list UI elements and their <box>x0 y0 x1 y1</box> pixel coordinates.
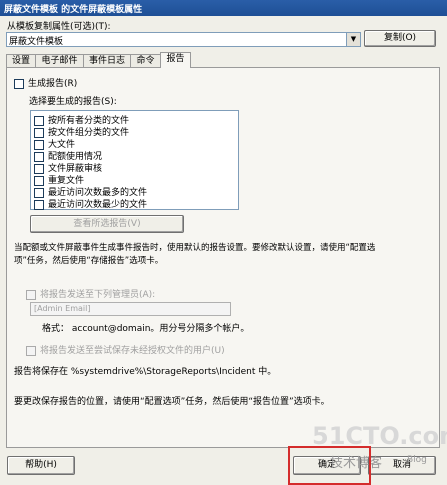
save-location-text: 报告将保存在 %systemdrive%\StorageReports\Inci… <box>14 367 277 377</box>
email-format-hint: 格式： account@domain。用分号分隔多个帐户。 <box>42 324 250 334</box>
checkbox-box[interactable] <box>34 115 44 126</box>
change-location-text: 要更改保存报告的位置，请使用“配置选项”任务，然后使用“报告位置”选项卡。 <box>14 397 330 407</box>
generate-report-checkbox[interactable]: 生成报告(R) <box>14 76 77 89</box>
checkbox-box[interactable] <box>34 127 44 138</box>
info-text-line-1: 当配额或文件屏蔽事件生成事件报告时，使用默认的报告设置。要修改默认设置，请使用“… <box>14 243 376 253</box>
tab-settings[interactable]: 设置 <box>6 54 36 67</box>
send-to-admin-label: 将报告发送至下列管理员(A): <box>40 290 156 300</box>
tab-command[interactable]: 命令 <box>130 54 161 67</box>
checkbox-box[interactable] <box>26 289 36 300</box>
generate-report-label: 生成报告(R) <box>28 79 78 89</box>
checkbox-box[interactable] <box>34 139 44 150</box>
highlight-box <box>288 446 371 485</box>
title-bar: 屏蔽文件模板 的文件屏蔽模板属性 <box>0 0 447 16</box>
window-title: 屏蔽文件模板 的文件屏蔽模板属性 <box>4 5 143 15</box>
copy-button[interactable]: 复制(O) <box>364 30 436 47</box>
help-button[interactable]: 帮助(H) <box>7 456 75 475</box>
send-to-user-checkbox[interactable]: 将报告发送至尝试保存未经授权文件的用户(U) <box>26 343 225 356</box>
copy-from-label: 从模板复制属性(可选)(T): <box>7 22 111 32</box>
checkbox-box[interactable] <box>34 151 44 162</box>
checkbox-box[interactable] <box>34 187 44 198</box>
checkbox-box[interactable] <box>34 163 44 174</box>
tab-email[interactable]: 电子邮件 <box>35 54 84 67</box>
template-select-value: 屏蔽文件模板 <box>9 37 64 47</box>
view-selected-reports-button[interactable]: 查看所选报告(V) <box>30 215 184 233</box>
report-list[interactable]: 按所有者分类的文件 按文件组分类的文件 大文件 配额使用情况 文件屏蔽审核 重复… <box>30 110 239 210</box>
admin-email-value: [Admin Email] <box>34 304 91 313</box>
info-text-line-2: 项”任务，然后使用“存储报告”选项卡。 <box>14 256 164 266</box>
checkbox-box[interactable] <box>34 175 44 186</box>
watermark-blog-suffix: Blog <box>407 455 427 465</box>
tab-report[interactable]: 报告 <box>160 52 191 68</box>
tab-event-log[interactable]: 事件日志 <box>83 54 131 67</box>
send-to-admin-checkbox[interactable]: 将报告发送至下列管理员(A): <box>26 287 155 300</box>
chevron-down-icon[interactable]: ▼ <box>346 33 360 46</box>
template-select[interactable]: 屏蔽文件模板 ▼ <box>6 32 361 47</box>
send-to-user-label: 将报告发送至尝试保存未经授权文件的用户(U) <box>40 346 225 356</box>
select-reports-label: 选择要生成的报告(S): <box>29 97 117 107</box>
checkbox-box[interactable] <box>14 78 24 89</box>
admin-email-field[interactable]: [Admin Email] <box>30 302 231 316</box>
checkbox-box[interactable] <box>34 199 44 210</box>
checkbox-box[interactable] <box>26 345 36 356</box>
list-item[interactable]: 最近访问次数最少的文件 <box>34 197 147 210</box>
